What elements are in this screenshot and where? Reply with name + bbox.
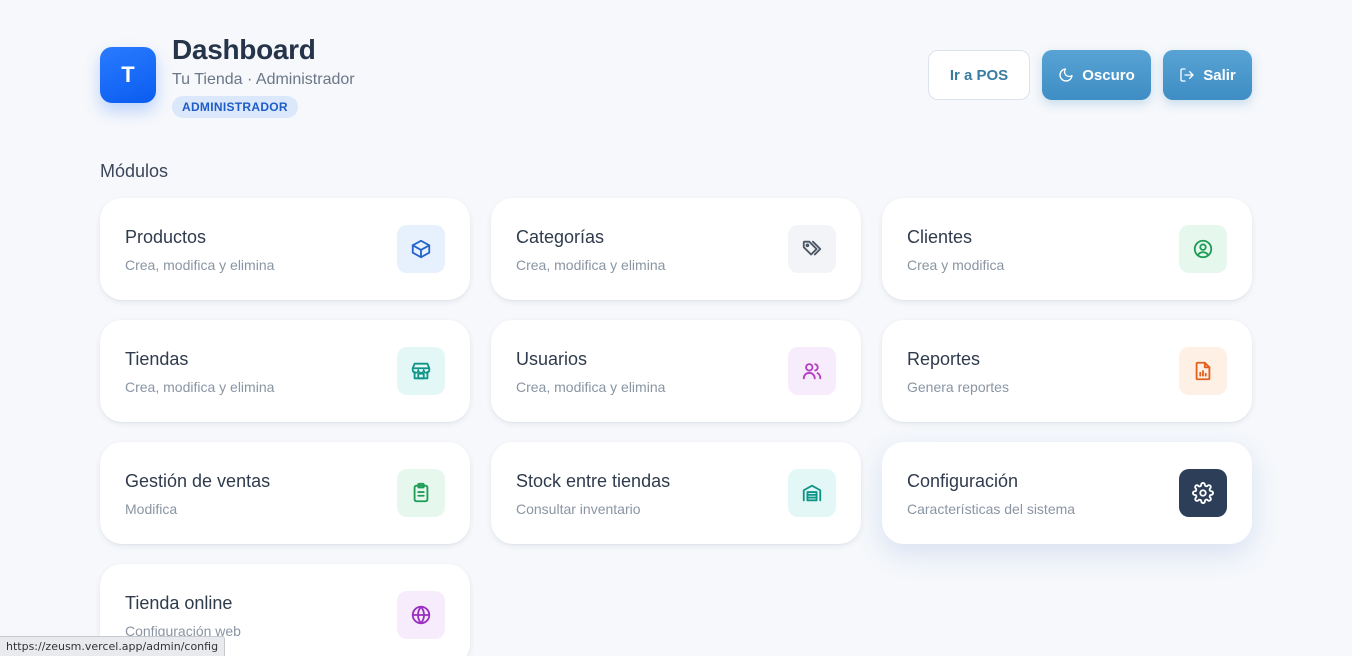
module-title: Usuarios xyxy=(516,349,588,369)
module-icon-wrap xyxy=(788,347,836,395)
store-avatar: T xyxy=(100,47,156,103)
moon-icon xyxy=(1059,68,1073,82)
module-title: Productos xyxy=(125,227,207,247)
module-icon-wrap xyxy=(788,225,836,273)
role-badge: ADMINISTRADOR xyxy=(172,96,298,118)
status-bar-url: https://zeusm.vercel.app/admin/config xyxy=(0,636,226,656)
dashboard-page: T Dashboard Tu Tienda · Administrador AD… xyxy=(0,0,1352,656)
module-title: Gestión de ventas xyxy=(125,471,271,491)
module-title: Configuración xyxy=(907,471,1019,491)
logout-button[interactable]: Salir xyxy=(1163,50,1252,100)
warehouse-icon xyxy=(802,484,822,502)
title-block: Dashboard Tu Tienda · Administrador ADMI… xyxy=(172,34,355,118)
module-title: Tiendas xyxy=(125,349,189,369)
report-icon xyxy=(1195,361,1211,381)
module-card-stock[interactable]: Stock entre tiendas Consultar inventario xyxy=(491,442,861,544)
module-desc: Crea, modifica y elimina xyxy=(125,379,275,395)
tags-icon xyxy=(802,240,822,256)
module-card-stores[interactable]: Tiendas Crea, modifica y elimina xyxy=(100,320,470,422)
go-to-pos-label: Ir a POS xyxy=(949,66,1009,84)
globe-icon xyxy=(411,605,431,625)
module-icon-wrap xyxy=(1179,469,1227,517)
page-title: Dashboard xyxy=(172,34,316,65)
module-desc: Crea y modifica xyxy=(907,257,1005,273)
logout-label: Salir xyxy=(1203,66,1236,84)
module-title: Categorías xyxy=(516,227,605,247)
module-card-products[interactable]: Productos Crea, modifica y elimina xyxy=(100,198,470,300)
section-title: Módulos xyxy=(100,161,169,181)
logout-icon xyxy=(1180,68,1194,82)
page-subtitle: Tu Tienda · Administrador xyxy=(172,71,355,88)
module-card-sales[interactable]: Gestión de ventas Modifica xyxy=(100,442,470,544)
user-circle-icon xyxy=(1193,239,1213,259)
module-desc: Crea, modifica y elimina xyxy=(516,257,666,273)
dark-mode-label: Oscuro xyxy=(1082,66,1135,84)
module-icon-wrap xyxy=(397,225,445,273)
header-actions: Ir a POS Oscuro Salir xyxy=(928,50,1252,100)
module-icon-wrap xyxy=(397,469,445,517)
box-icon xyxy=(411,239,431,259)
module-desc: Crea, modifica y elimina xyxy=(125,257,275,273)
module-title: Clientes xyxy=(907,227,973,247)
module-icon-wrap xyxy=(1179,347,1227,395)
module-icon-wrap xyxy=(397,591,445,639)
module-desc: Modifica xyxy=(125,501,178,517)
header: T Dashboard Tu Tienda · Administrador AD… xyxy=(100,34,1252,124)
clipboard-list-icon xyxy=(413,482,429,503)
go-to-pos-button[interactable]: Ir a POS xyxy=(928,50,1030,100)
module-icon-wrap xyxy=(788,469,836,517)
module-desc: Genera reportes xyxy=(907,379,1009,395)
users-icon xyxy=(802,363,822,380)
module-icon-wrap xyxy=(397,347,445,395)
module-title: Stock entre tiendas xyxy=(516,471,671,491)
module-title: Tienda online xyxy=(125,593,233,613)
store-icon xyxy=(411,362,431,380)
module-desc: Consultar inventario xyxy=(516,501,641,517)
module-card-clients[interactable]: Clientes Crea y modifica xyxy=(882,198,1252,300)
dark-mode-button[interactable]: Oscuro xyxy=(1042,50,1151,100)
module-card-settings[interactable]: Configuración Características del sistem… xyxy=(882,442,1252,544)
module-card-categories[interactable]: Categorías Crea, modifica y elimina xyxy=(491,198,861,300)
module-card-users[interactable]: Usuarios Crea, modifica y elimina xyxy=(491,320,861,422)
module-desc: Crea, modifica y elimina xyxy=(516,379,666,395)
module-icon-wrap xyxy=(1179,225,1227,273)
module-card-reports[interactable]: Reportes Genera reportes xyxy=(882,320,1252,422)
module-desc: Características del sistema xyxy=(907,501,1076,517)
gear-icon xyxy=(1192,482,1214,504)
module-title: Reportes xyxy=(907,349,981,369)
